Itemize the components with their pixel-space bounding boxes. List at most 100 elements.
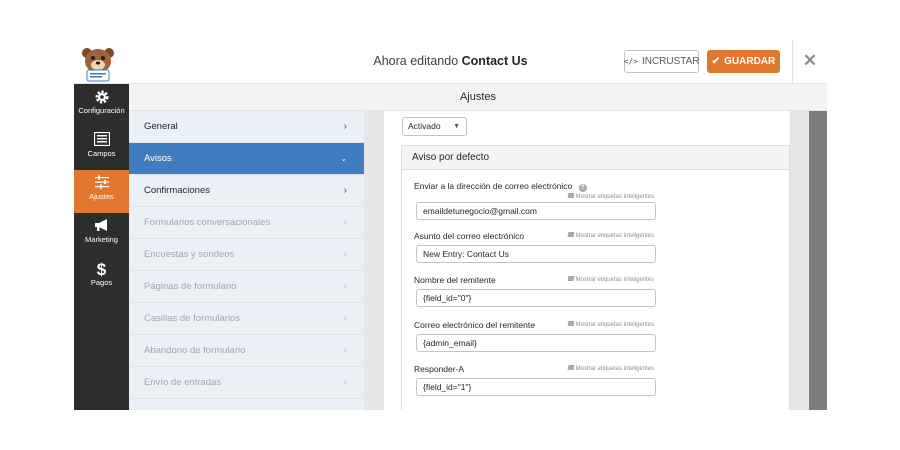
menu-item-label: Casillas de formularios <box>144 313 241 324</box>
chevron-right-icon: › <box>343 313 347 324</box>
smart-tags-link[interactable]: Mostrar etiquetas inteligentes <box>567 276 654 283</box>
sliders-icon <box>74 170 129 192</box>
nav-label: Marketing <box>85 235 118 244</box>
save-button-label: GUARDAR <box>724 56 776 67</box>
menu-item-label: Formularios conversacionales <box>144 217 271 228</box>
menu-item-label: Páginas de formulario <box>144 281 237 292</box>
stage: Ahora editando Contact Us </> INCRUSTAR … <box>0 0 900 450</box>
nav-item-marketing[interactable]: Marketing <box>74 213 129 256</box>
field-label-text: Asunto del correo electrónico <box>414 231 525 241</box>
menu-item-label: Confirmaciones <box>144 185 210 196</box>
menu-item-abandono[interactable]: Abandono de formulario › <box>129 335 364 367</box>
nav-item-pagos[interactable]: $ Pagos <box>74 256 129 299</box>
builder-nav: Configuración Campos Ajustes Marketing $… <box>74 84 129 410</box>
close-icon[interactable]: ✕ <box>801 52 819 70</box>
scrollbar[interactable] <box>809 111 827 410</box>
field-value: New Entry: Contact Us <box>423 249 509 259</box>
smart-tags-link[interactable]: Mostrar etiquetas inteligentes <box>567 193 654 200</box>
field-value: emaildetunegocio@gmail.com <box>423 206 537 216</box>
embed-button[interactable]: </> INCRUSTAR <box>623 50 700 73</box>
menu-item-label: Envío de entradas <box>144 377 222 388</box>
dollar-icon: $ <box>96 260 107 279</box>
tag-icon <box>567 276 575 281</box>
chevron-down-icon: ▼ <box>453 123 460 130</box>
title-prefix: Ahora editando <box>373 54 459 68</box>
settings-menu: General › Avisos ⌄ Confirmaciones › Form… <box>129 111 364 410</box>
smart-tags-label: Mostrar etiquetas inteligentes <box>575 277 654 283</box>
smart-tags-label: Mostrar etiquetas inteligentes <box>575 322 654 328</box>
panel-title: Ajustes <box>129 84 827 111</box>
default-notification-box: Aviso por defecto Enviar a la dirección … <box>401 145 790 410</box>
nav-item-configuracion[interactable]: Configuración <box>74 84 129 127</box>
nav-label: Ajustes <box>89 192 114 201</box>
smart-tags-label: Mostrar etiquetas inteligentes <box>575 194 654 200</box>
notification-settings: Activado ▼ Aviso por defecto Enviar a la… <box>384 111 790 410</box>
top-bar: Ahora editando Contact Us </> INCRUSTAR … <box>74 40 827 84</box>
code-icon: </> <box>623 57 638 66</box>
nav-item-campos[interactable]: Campos <box>74 127 129 170</box>
chevron-right-icon: › <box>343 217 347 228</box>
menu-item-envio-entradas[interactable]: Envío de entradas › <box>129 367 364 399</box>
field-label-send-to: Enviar a la dirección de correo electrón… <box>414 181 587 192</box>
nav-label: Configuración <box>78 106 125 115</box>
chevron-right-icon: › <box>343 185 347 196</box>
menu-item-confirmaciones[interactable]: Confirmaciones › <box>129 175 364 207</box>
reply-to-field[interactable]: {field_id="1"} <box>416 378 656 396</box>
chevron-right-icon: › <box>343 249 347 260</box>
embed-button-label: INCRUSTAR <box>641 56 700 67</box>
megaphone-icon <box>74 213 129 235</box>
field-value: {admin_email} <box>423 338 477 348</box>
nav-item-ajustes[interactable]: Ajustes <box>74 170 129 213</box>
tag-icon <box>567 232 575 237</box>
menu-item-formularios-conversacionales[interactable]: Formularios conversacionales › <box>129 207 364 239</box>
menu-item-label: Encuestas y sondeos <box>144 249 235 260</box>
form-builder-window: Ahora editando Contact Us </> INCRUSTAR … <box>74 40 827 410</box>
menu-item-label: General <box>144 121 178 132</box>
tag-icon <box>567 365 575 370</box>
smart-tags-link[interactable]: Mostrar etiquetas inteligentes <box>567 232 654 239</box>
field-label-text: Enviar a la dirección de correo electrón… <box>414 181 573 191</box>
chevron-right-icon: › <box>343 281 347 292</box>
chevron-right-icon: › <box>343 345 347 356</box>
chevron-right-icon: › <box>343 121 347 132</box>
from-email-field[interactable]: {admin_email} <box>416 334 656 352</box>
smart-tags-link[interactable]: Mostrar etiquetas inteligentes <box>567 365 654 372</box>
chevron-down-icon: ⌄ <box>340 154 347 163</box>
field-label-from-name: Nombre del remitente <box>414 275 496 285</box>
smart-tags-label: Mostrar etiquetas inteligentes <box>575 366 654 372</box>
field-label-reply-to: Responder-A <box>414 364 464 374</box>
smart-tags-link[interactable]: Mostrar etiquetas inteligentes <box>567 321 654 328</box>
fields-list-icon <box>74 127 129 149</box>
field-label-text: Nombre del remitente <box>414 275 496 285</box>
menu-item-label: Abandono de formulario <box>144 345 246 356</box>
menu-item-general[interactable]: General › <box>129 111 364 143</box>
menu-item-encuestas[interactable]: Encuestas y sondeos › <box>129 239 364 271</box>
save-button[interactable]: ✔ GUARDAR <box>707 50 780 73</box>
menu-item-avisos[interactable]: Avisos ⌄ <box>129 143 364 175</box>
menu-item-casillas[interactable]: Casillas de formularios › <box>129 303 364 335</box>
tag-icon <box>567 193 575 198</box>
field-label-text: Correo electrónico del remitente <box>414 320 535 330</box>
send-to-email-field[interactable]: emaildetunegocio@gmail.com <box>416 202 656 220</box>
select-value: Activado <box>408 121 441 131</box>
tag-icon <box>567 321 575 326</box>
gear-icon <box>74 84 129 106</box>
notifications-status-select[interactable]: Activado ▼ <box>402 117 467 136</box>
help-icon[interactable]: ? <box>578 184 587 192</box>
menu-item-label: Avisos <box>144 153 172 164</box>
check-icon: ✔ <box>711 56 721 67</box>
form-name: Contact Us <box>461 54 528 68</box>
email-subject-field[interactable]: New Entry: Contact Us <box>416 245 656 263</box>
field-label-text: Responder-A <box>414 364 465 374</box>
menu-item-paginas-formulario[interactable]: Páginas de formulario › <box>129 271 364 303</box>
smart-tags-label: Mostrar etiquetas inteligentes <box>575 233 654 239</box>
nav-label: Campos <box>87 149 116 158</box>
box-title: Aviso por defecto <box>402 146 789 170</box>
from-name-field[interactable]: {field_id="0"} <box>416 289 656 307</box>
field-label-from-email: Correo electrónico del remitente <box>414 320 535 330</box>
nav-label: Pagos <box>90 278 113 287</box>
field-value: {field_id="0"} <box>423 293 472 303</box>
chevron-right-icon: › <box>343 377 347 388</box>
field-label-subject: Asunto del correo electrónico <box>414 231 524 241</box>
field-value: {field_id="1"} <box>423 382 472 392</box>
